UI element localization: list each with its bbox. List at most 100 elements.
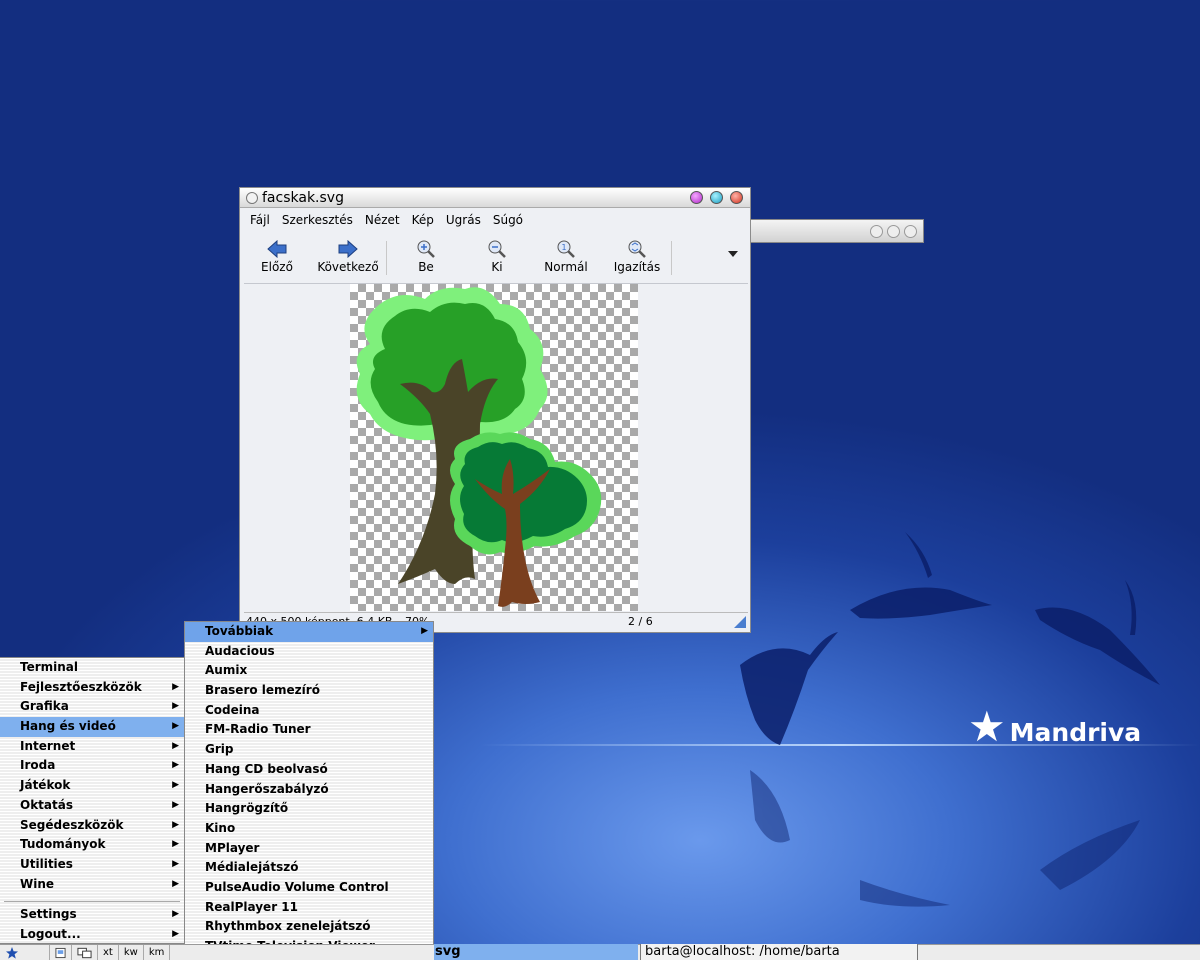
previous-button[interactable]: Előző (244, 233, 310, 274)
submenu-item[interactable]: PulseAudio Volume Control (185, 878, 433, 898)
window-list-button[interactable] (72, 944, 98, 960)
background-window-titlebar[interactable] (748, 219, 924, 243)
show-desktop-button[interactable] (50, 944, 72, 960)
menu-item-games[interactable]: Játékok ▶ (0, 776, 184, 796)
menu-separator (4, 894, 180, 903)
chevron-right-icon: ▶ (172, 878, 179, 889)
status-page-counter: 2 / 6 (628, 615, 653, 628)
zoom-out-button[interactable]: Ki (465, 233, 529, 274)
menu-go[interactable]: Ugrás (440, 210, 487, 230)
toolbar-overflow-button[interactable] (672, 233, 748, 257)
minimize-icon[interactable] (690, 191, 703, 204)
chevron-right-icon: ▶ (172, 721, 179, 732)
arrow-left-icon (267, 239, 287, 259)
application-menu: Terminal Fejlesztőeszközök ▶ Grafika ▶ Han… (0, 657, 185, 944)
submenu-item-more[interactable]: Továbbiak ▶ (185, 622, 433, 642)
zoom-normal-icon: 1 (556, 239, 576, 259)
mandriva-star-icon: ★ (968, 701, 1006, 751)
menu-item-office[interactable]: Iroda ▶ (0, 756, 184, 776)
menu-item-development[interactable]: Fejlesztőeszközök ▶ (0, 678, 184, 698)
chevron-right-icon: ▶ (172, 799, 179, 810)
menu-file[interactable]: Fájl (244, 210, 276, 230)
submenu-item[interactable]: Aumix (185, 661, 433, 681)
chevron-right-icon: ▶ (421, 626, 428, 636)
window-titlebar[interactable]: facskak.svg (240, 188, 750, 208)
next-button[interactable]: Következő (310, 233, 386, 274)
image-viewer-window: facskak.svg Fájl Szerkesztés Nézet Kép U… (239, 187, 751, 633)
chevron-right-icon: ▶ (172, 740, 179, 751)
mandriva-logo: ★ Mandriva (968, 701, 1142, 751)
task-image-viewer[interactable]: svg (434, 944, 638, 960)
submenu-item[interactable]: Kino (185, 819, 433, 839)
chevron-right-icon: ▶ (172, 701, 179, 712)
zoom-out-icon (487, 239, 507, 259)
submenu-item[interactable]: Hang CD beolvasó (185, 760, 433, 780)
maximize-icon[interactable] (710, 191, 723, 204)
menu-image[interactable]: Kép (406, 210, 440, 230)
menu-item-education[interactable]: Oktatás ▶ (0, 796, 184, 816)
transparency-checkerboard (350, 284, 638, 611)
menu-item-sound-video[interactable]: Hang és videó ▶ (0, 717, 184, 737)
arrow-right-icon (338, 239, 358, 259)
menu-edit[interactable]: Szerkesztés (276, 210, 359, 230)
submenu-item[interactable]: MPlayer (185, 839, 433, 859)
pager-desktop-2[interactable]: kw (119, 944, 144, 960)
zoom-in-button[interactable]: Be (387, 233, 465, 274)
chevron-right-icon: ▶ (172, 839, 179, 850)
menu-item-terminal[interactable]: Terminal (0, 658, 184, 678)
mandriva-star-icon (6, 946, 18, 959)
submenu-item[interactable]: RealPlayer 11 (185, 898, 433, 918)
chevron-right-icon: ▶ (172, 928, 179, 939)
pager-desktop-3[interactable]: km (144, 944, 171, 960)
menu-item-wine[interactable]: Wine ▶ (0, 875, 184, 895)
close-icon[interactable] (904, 224, 917, 238)
image-canvas[interactable] (244, 283, 748, 611)
sound-video-submenu: Továbbiak ▶ Audacious Aumix Brasero lemez… (184, 621, 434, 960)
svg-text:1: 1 (562, 243, 567, 252)
menu-item-science[interactable]: Tudományok ▶ (0, 835, 184, 855)
submenu-item[interactable]: Rhythmbox zenelejátszó (185, 917, 433, 937)
zoom-normal-button[interactable]: 1 Normál (529, 233, 603, 274)
submenu-item[interactable]: Brasero lemezíró (185, 681, 433, 701)
windows-icon (77, 947, 92, 958)
menu-help[interactable]: Súgó (487, 210, 529, 230)
pager-desktop-1[interactable]: xt (98, 944, 119, 960)
minimize-icon[interactable] (870, 224, 883, 238)
chevron-right-icon: ▶ (172, 858, 179, 869)
start-menu-button[interactable] (0, 944, 50, 960)
desktop-icon (55, 947, 66, 958)
submenu-item[interactable]: Hangrögzítő (185, 799, 433, 819)
chevron-right-icon: ▶ (172, 760, 179, 771)
chevron-down-icon (728, 251, 738, 257)
submenu-item[interactable]: Codeina (185, 701, 433, 721)
menu-item-logout[interactable]: Logout... ▶ (0, 925, 184, 945)
menu-view[interactable]: Nézet (359, 210, 406, 230)
close-icon[interactable] (730, 191, 743, 204)
mandriva-logo-text: Mandriva (1009, 718, 1142, 747)
submenu-item[interactable]: Médialejátszó (185, 858, 433, 878)
task-terminal[interactable]: barta@localhost: /home/barta (640, 944, 918, 960)
menu-item-utilities[interactable]: Utilities ▶ (0, 855, 184, 875)
submenu-item[interactable]: Grip (185, 740, 433, 760)
resize-grip-icon[interactable] (734, 615, 746, 628)
menu-item-settings[interactable]: Settings ▶ (0, 905, 184, 925)
submenu-item[interactable]: Hangerőszabályzó (185, 780, 433, 800)
menubar: Fájl Szerkesztés Nézet Kép Ugrás Súgó (244, 210, 529, 230)
submenu-item[interactable]: Audacious (185, 642, 433, 662)
menu-item-graphics[interactable]: Grafika ▶ (0, 697, 184, 717)
trees-image (356, 287, 602, 607)
zoom-fit-icon (627, 239, 647, 259)
chevron-right-icon: ▶ (172, 819, 179, 830)
zoom-in-icon (416, 239, 436, 259)
toolbar: Előző Következő Be Ki 1 Normál Igazítás (244, 233, 748, 281)
zoom-fit-button[interactable]: Igazítás (603, 233, 671, 274)
chevron-right-icon: ▶ (172, 909, 179, 920)
maximize-icon[interactable] (887, 224, 900, 238)
chevron-right-icon: ▶ (172, 681, 179, 692)
submenu-item[interactable]: FM-Radio Tuner (185, 720, 433, 740)
menu-item-internet[interactable]: Internet ▶ (0, 737, 184, 757)
chevron-right-icon: ▶ (172, 780, 179, 791)
menu-item-accessories[interactable]: Segédeszközök ▶ (0, 816, 184, 836)
window-title: facskak.svg (262, 189, 344, 206)
window-menu-icon[interactable] (246, 191, 258, 204)
